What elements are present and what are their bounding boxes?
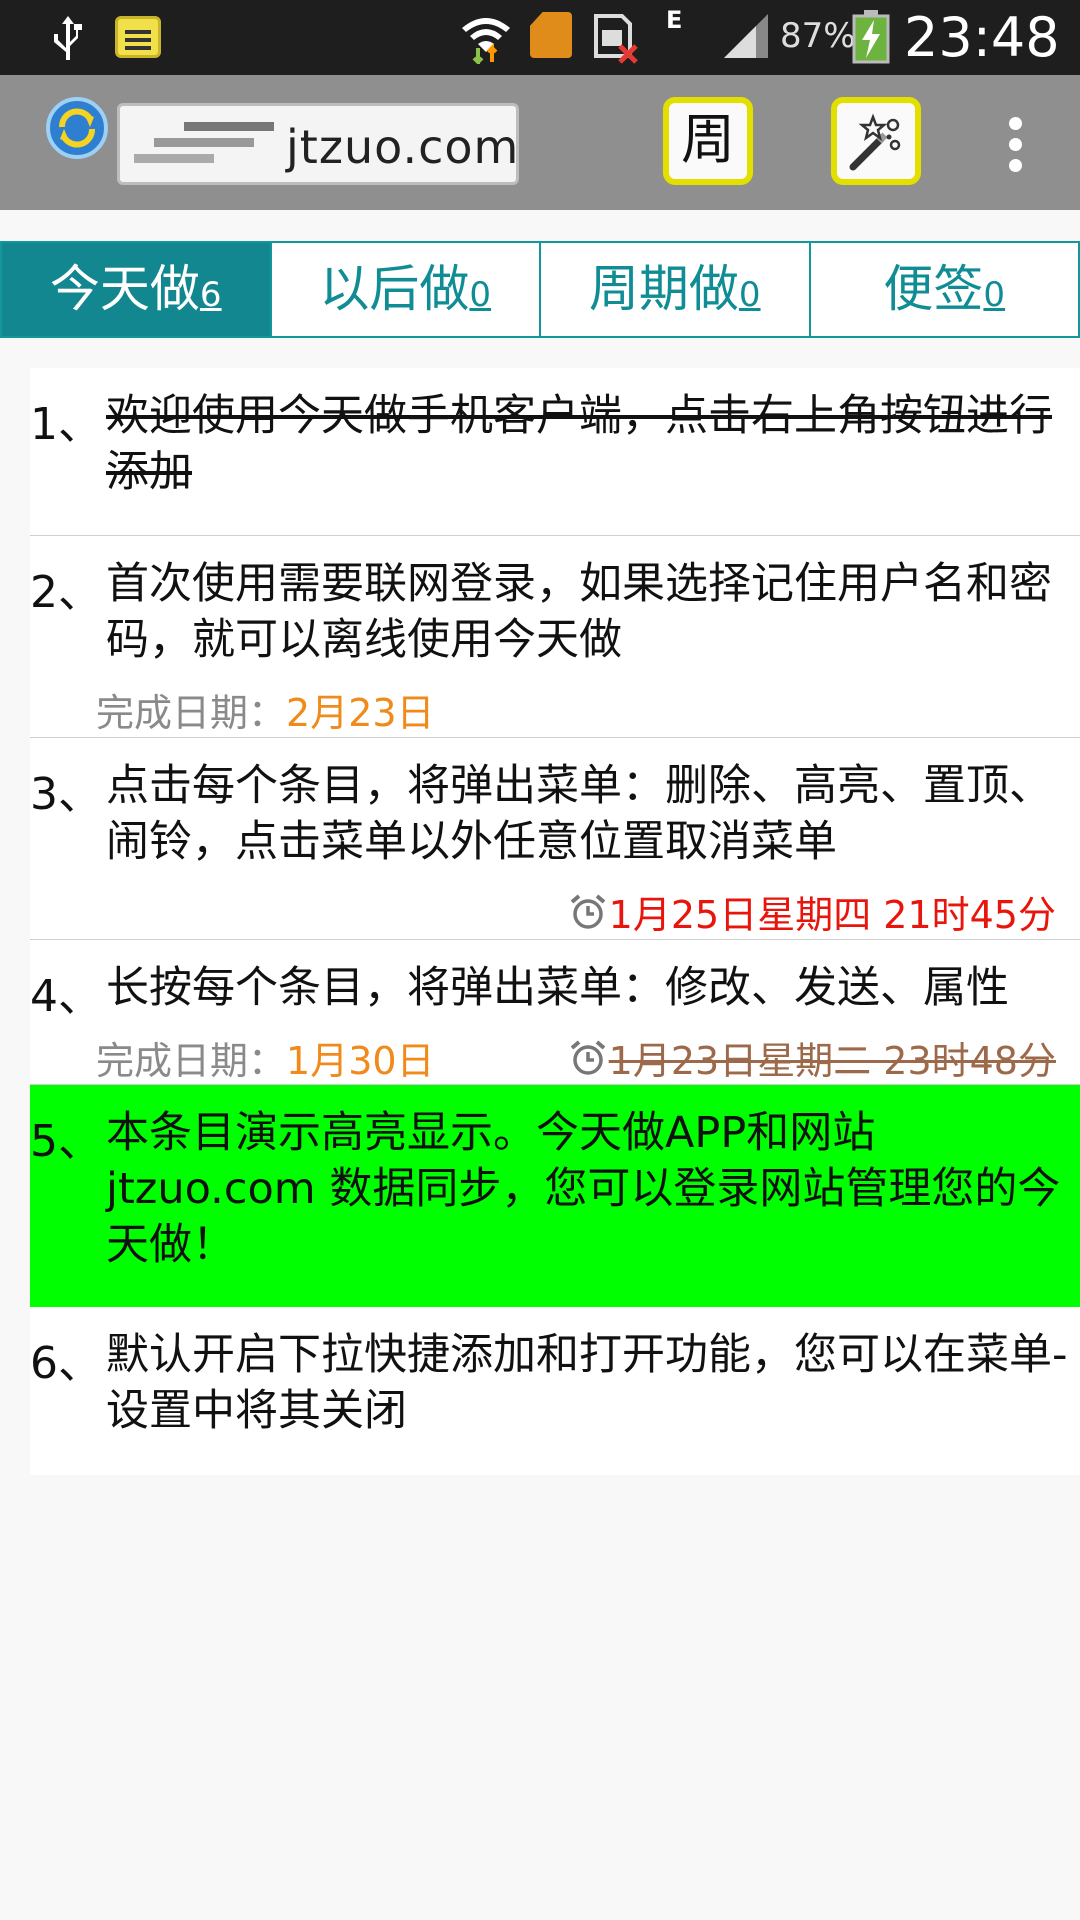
task-number: 3、 bbox=[30, 769, 102, 820]
tab-count: 6 bbox=[199, 275, 222, 315]
notes-notification-icon bbox=[115, 16, 161, 58]
tab-today[interactable]: 今天做6 bbox=[0, 241, 272, 338]
task-text: 点击每个条目，将弹出菜单：删除、高亮、置顶、闹铃，点击菜单以外任意位置取消菜单 bbox=[106, 761, 1052, 867]
task-text: 长按每个条目，将弹出菜单：修改、发送、属性 bbox=[106, 963, 1009, 1013]
logo-graphic bbox=[134, 122, 274, 163]
task-text: 本条目演示高亮显示。今天做APP和网站jtzuo.com 数据同步，您可以登录网… bbox=[106, 1108, 1061, 1270]
task-meta: 1月25日星期四 21时45分 bbox=[30, 878, 1076, 938]
sd-card-error-icon bbox=[594, 14, 638, 64]
app-bar: jtzuo.com 周 bbox=[0, 75, 1080, 210]
task-item[interactable]: 2、 首次使用需要联网登录，如果选择记住用户名和密码，就可以离线使用今天做 完成… bbox=[30, 536, 1080, 738]
site-logo: jtzuo.com bbox=[117, 103, 519, 185]
alarm-time: 1月25日星期四 21时45分 bbox=[569, 884, 1056, 939]
task-item[interactable]: 4、 长按每个条目，将弹出菜单：修改、发送、属性 完成日期：1月30日 1月23… bbox=[30, 940, 1080, 1085]
task-list: 1、 欢迎使用今天做手机客户端，点击右上角按钮进行添加 2、 首次使用需要联网登… bbox=[30, 368, 1080, 1475]
due-date: 2月23日 bbox=[286, 691, 435, 735]
task-meta: 完成日期：2月23日 bbox=[30, 676, 1076, 736]
task-number: 6、 bbox=[30, 1338, 102, 1389]
due-date-label: 完成日期：2月23日 bbox=[96, 691, 435, 735]
tab-later[interactable]: 以后做0 bbox=[271, 241, 541, 338]
magic-wand-icon bbox=[849, 113, 901, 171]
site-name: jtzuo.com bbox=[286, 120, 520, 174]
sync-button[interactable] bbox=[46, 97, 108, 159]
tab-count: 0 bbox=[983, 275, 1006, 315]
tab-notes[interactable]: 便签0 bbox=[810, 241, 1080, 338]
alarm-clock-icon bbox=[570, 1039, 605, 1075]
tab-count: 0 bbox=[469, 275, 492, 315]
task-text: 默认开启下拉快捷添加和打开功能，您可以在菜单-设置中将其关闭 bbox=[106, 1330, 1068, 1436]
tab-bar: 今天做6 以后做0 周期做0 便签0 bbox=[0, 241, 1080, 338]
task-meta: 完成日期：1月30日 1月23日星期二 23时48分 bbox=[30, 1024, 1076, 1084]
wifi-icon bbox=[462, 18, 510, 64]
due-date-label: 完成日期：1月30日 bbox=[96, 1039, 435, 1083]
signal-icon bbox=[724, 14, 768, 58]
sync-icon bbox=[59, 108, 95, 148]
task-number: 4、 bbox=[30, 971, 102, 1022]
battery-percent: 87% bbox=[780, 16, 856, 56]
status-bar: E 87% 23:48 bbox=[0, 0, 1080, 75]
task-text: 首次使用需要联网登录，如果选择记住用户名和密码，就可以离线使用今天做 bbox=[106, 559, 1052, 665]
clock: 23:48 bbox=[904, 6, 1060, 69]
usb-icon bbox=[54, 16, 82, 60]
battery-charging-icon bbox=[852, 10, 890, 64]
alarm-time-expired: 1月23日星期二 23时48分 bbox=[569, 1030, 1056, 1085]
network-type: E bbox=[666, 6, 683, 34]
task-item[interactable]: 3、 点击每个条目，将弹出菜单：删除、高亮、置顶、闹铃，点击菜单以外任意位置取消… bbox=[30, 738, 1080, 940]
week-view-button[interactable]: 周 bbox=[663, 97, 753, 185]
task-number: 1、 bbox=[30, 399, 102, 450]
task-number: 5、 bbox=[30, 1116, 102, 1167]
tab-count: 0 bbox=[738, 275, 761, 315]
tab-periodic[interactable]: 周期做0 bbox=[541, 241, 811, 338]
task-item[interactable]: 6、 默认开启下拉快捷添加和打开功能，您可以在菜单-设置中将其关闭 bbox=[30, 1307, 1080, 1475]
alarm-clock-icon bbox=[570, 893, 605, 929]
sim-card-icon bbox=[530, 12, 572, 58]
task-text: 欢迎使用今天做手机客户端，点击右上角按钮进行添加 bbox=[106, 391, 1052, 497]
task-item[interactable]: 1、 欢迎使用今天做手机客户端，点击右上角按钮进行添加 bbox=[30, 368, 1080, 536]
due-date: 1月30日 bbox=[286, 1039, 435, 1083]
task-item-highlighted[interactable]: 5、 本条目演示高亮显示。今天做APP和网站jtzuo.com 数据同步，您可以… bbox=[30, 1085, 1080, 1307]
magic-wand-button[interactable] bbox=[831, 97, 921, 185]
overflow-menu-button[interactable] bbox=[1000, 117, 1030, 173]
task-number: 2、 bbox=[30, 567, 102, 618]
